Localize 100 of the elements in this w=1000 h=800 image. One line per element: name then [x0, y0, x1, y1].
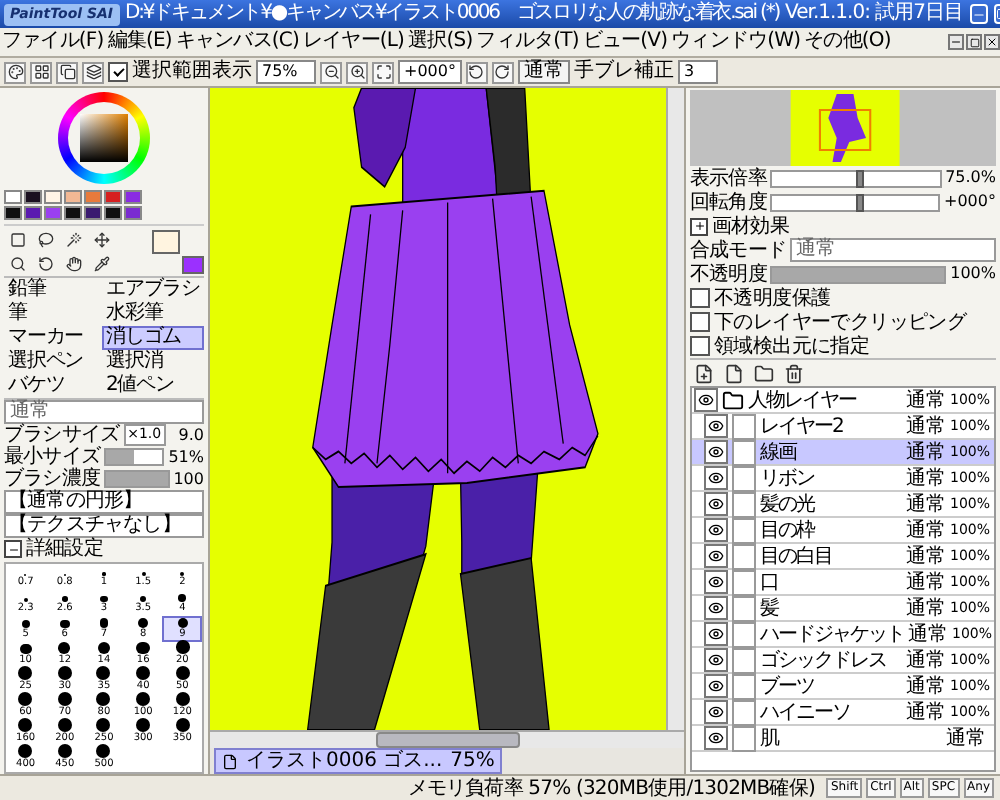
brush-tool[interactable]: 選択ペン [4, 350, 102, 374]
secondary-color[interactable] [182, 255, 204, 273]
shape-dropdown[interactable]: 【通常の円形】 [4, 490, 204, 514]
checkbox[interactable] [690, 312, 710, 332]
visibility-toggle[interactable] [704, 700, 728, 724]
visibility-toggle[interactable] [704, 414, 728, 438]
color-swatch[interactable] [24, 206, 42, 220]
slider-label: 最小サイズ [4, 446, 101, 468]
document-tab[interactable]: イラスト0006 ゴス... 75% [214, 748, 503, 774]
color-wheel-button[interactable] [4, 61, 26, 83]
brush-tool[interactable]: 鉛筆 [4, 278, 102, 302]
slider-thumb[interactable] [855, 193, 864, 211]
zoom-field[interactable]: 75% [256, 60, 316, 84]
rectangle-icon [9, 231, 25, 247]
visibility-toggle[interactable] [704, 622, 728, 646]
rotate-right-button[interactable] [491, 61, 514, 83]
color-swatch[interactable] [64, 206, 82, 220]
blend-mode-label: 通常 [905, 701, 946, 723]
menu-item[interactable]: レイヤー(L) [300, 30, 407, 54]
layer-name: ハイニーソ [760, 701, 850, 723]
menu-item[interactable]: 編集(E) [105, 30, 174, 54]
slider-thumb[interactable] [855, 169, 864, 187]
color-swatch[interactable] [4, 190, 22, 204]
visibility-toggle[interactable] [704, 648, 728, 672]
color-square[interactable] [80, 114, 128, 162]
texture-dropdown[interactable]: 【テクスチャなし】 [4, 514, 204, 538]
minimize-button[interactable] [948, 34, 964, 50]
color-swatch[interactable] [104, 190, 122, 204]
brush-tool[interactable]: 2値ペン [101, 374, 204, 398]
color-swatch[interactable] [124, 206, 142, 220]
blend-mode-select[interactable]: 通常 [790, 238, 996, 262]
brush-tool[interactable]: 筆 [4, 302, 102, 326]
color-wheel[interactable] [58, 92, 150, 184]
horizontal-scrollbar[interactable] [210, 730, 684, 748]
brush-tool[interactable]: 水彩筆 [101, 302, 204, 326]
color-swatch[interactable] [124, 190, 142, 204]
angle-field[interactable]: +000° [398, 60, 462, 84]
primary-color[interactable] [152, 229, 180, 253]
canvas-background[interactable] [210, 88, 666, 730]
fit-button[interactable] [372, 61, 394, 83]
visibility-toggle[interactable] [704, 544, 728, 568]
eye-icon [708, 704, 724, 720]
collapse-icon[interactable] [4, 540, 22, 558]
maximize-button[interactable] [966, 34, 982, 50]
color-swatch[interactable] [44, 206, 62, 220]
menu-item[interactable]: キャンバス(C) [173, 30, 301, 54]
checkbox[interactable] [690, 288, 710, 308]
brush-tool[interactable]: マーカー [4, 326, 102, 350]
visibility-toggle[interactable] [694, 388, 718, 412]
visibility-toggle[interactable] [704, 570, 728, 594]
menu-item[interactable]: その他(O) [802, 30, 893, 54]
layers-button[interactable] [82, 61, 104, 83]
navigator-preview-drawing[interactable] [690, 90, 996, 166]
fit-icon [375, 64, 391, 80]
checkbox[interactable] [690, 336, 710, 356]
menu-item[interactable]: ファイル(F) [0, 30, 106, 54]
color-swatch[interactable] [24, 190, 42, 204]
rotate-right-icon [494, 64, 511, 80]
vertical-scrollbar[interactable] [666, 88, 684, 730]
scrollbar-thumb[interactable] [375, 732, 519, 748]
color-swatch[interactable] [84, 206, 102, 220]
brush-tool[interactable]: バケツ [4, 374, 102, 398]
color-swatch[interactable] [44, 190, 62, 204]
section-label: 画材効果 [712, 215, 789, 237]
copy-button[interactable] [56, 61, 78, 83]
brush-tool[interactable]: エアブラシ [101, 278, 204, 302]
expand-icon[interactable] [690, 217, 708, 235]
menu-item[interactable]: ウィンドウ(W) [669, 30, 803, 54]
layer-name: 髪の光 [760, 493, 814, 515]
zoom-out-button[interactable] [320, 61, 342, 83]
checkbox[interactable] [108, 62, 128, 82]
delete-layer-button[interactable] [780, 362, 806, 384]
swatch-button[interactable] [30, 61, 52, 83]
zoom-in-button[interactable] [346, 61, 368, 83]
visibility-toggle[interactable] [704, 596, 728, 620]
brush-tool[interactable]: 選択消 [101, 350, 204, 374]
visibility-toggle[interactable] [704, 440, 728, 464]
color-swatch[interactable] [104, 206, 122, 220]
new-folder-button[interactable] [750, 362, 776, 384]
color-swatch[interactable] [4, 206, 22, 220]
slider-track[interactable] [770, 193, 941, 211]
stabilizer-field[interactable]: 3 [677, 60, 718, 84]
menu-item[interactable]: 選択(S) [406, 30, 475, 54]
close-button[interactable] [984, 34, 1000, 50]
color-swatch[interactable] [84, 190, 102, 204]
menu-item[interactable]: フィルタ(T) [474, 30, 581, 54]
visibility-toggle[interactable] [704, 674, 728, 698]
visibility-toggle[interactable] [704, 466, 728, 490]
mode-button[interactable]: 通常 [517, 60, 570, 84]
rotate-left-button[interactable] [465, 61, 488, 83]
color-swatch[interactable] [64, 190, 82, 204]
brush-tool[interactable]: 消しゴム [101, 326, 204, 350]
blend-mode-select[interactable]: 通常 [4, 400, 204, 424]
visibility-toggle[interactable] [704, 518, 728, 542]
layer-row[interactable]: 肌 通常 [692, 726, 994, 752]
menu-item[interactable]: ビュー(V) [580, 30, 670, 54]
visibility-toggle[interactable] [704, 492, 728, 516]
visibility-toggle[interactable] [704, 726, 728, 750]
slider-track[interactable] [104, 448, 165, 466]
slider-track[interactable] [770, 169, 942, 187]
